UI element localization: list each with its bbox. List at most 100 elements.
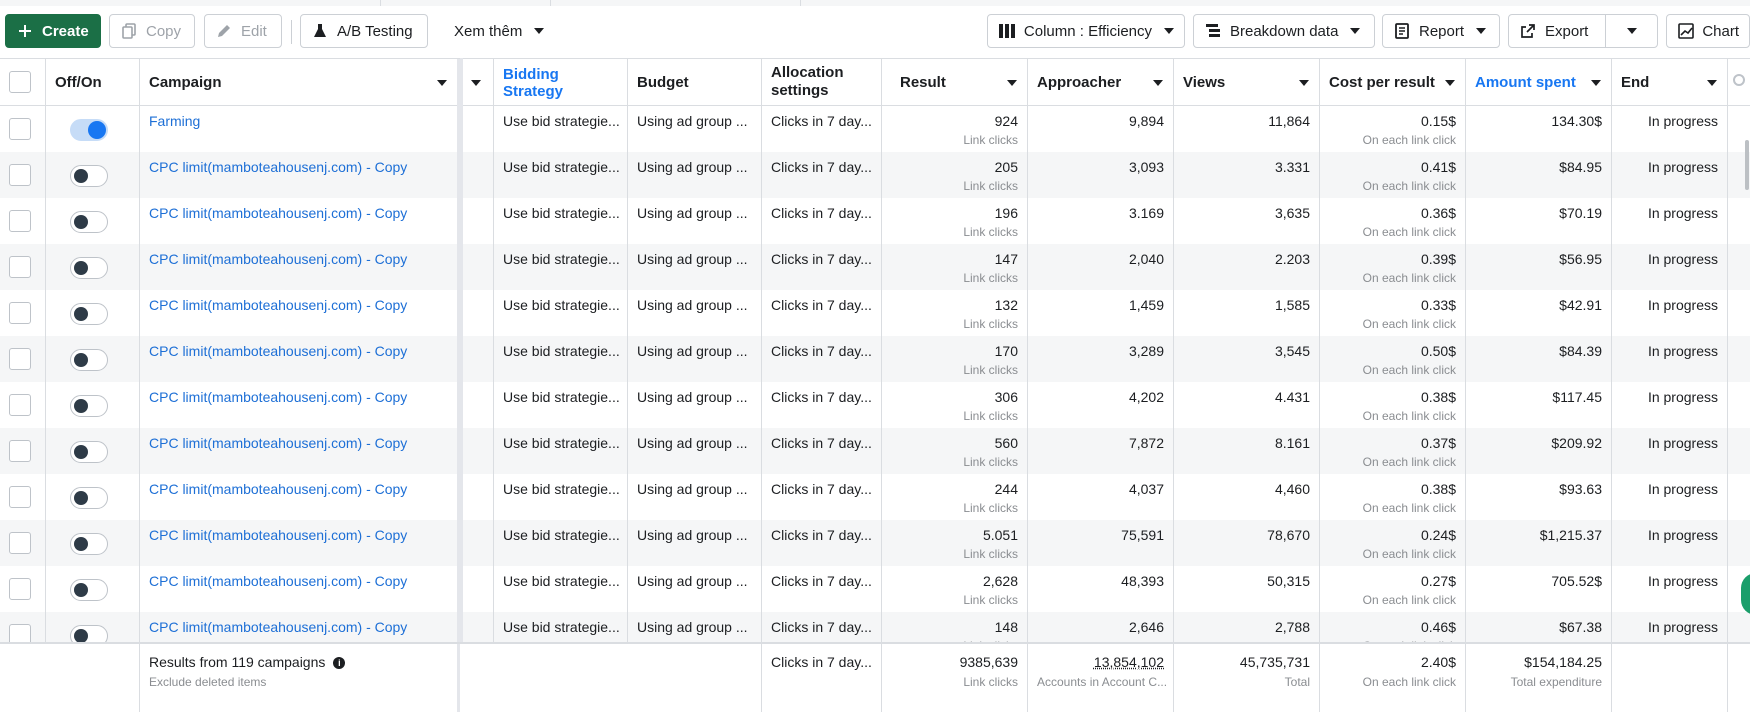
campaign-name-link-text[interactable]: CPC limit(mamboteahousenj.com) - Copy <box>149 573 407 589</box>
table-row[interactable]: CPC limit(mamboteahousenj.com) - Copy Use… <box>0 290 1750 336</box>
table-row[interactable]: CPC limit(mamboteahousenj.com) - Copy Use… <box>0 244 1750 290</box>
campaign-toggle[interactable] <box>70 533 108 555</box>
report-dropdown[interactable]: Report <box>1382 14 1500 48</box>
row-checkbox[interactable] <box>9 578 31 600</box>
row-checkbox[interactable] <box>9 440 31 462</box>
campaign-name-link[interactable]: CPC limit(mamboteahousenj.com) - Copy <box>140 612 460 642</box>
copy-button[interactable]: Copy <box>109 14 195 48</box>
column-settings-icon[interactable] <box>1733 74 1745 86</box>
campaign-toggle[interactable] <box>70 119 108 141</box>
campaign-name-link-text[interactable]: CPC limit(mamboteahousenj.com) - Copy <box>149 481 407 497</box>
table-row[interactable]: CPC limit(mamboteahousenj.com) - Copy Use… <box>0 336 1750 382</box>
header-views[interactable]: Views <box>1174 59 1320 106</box>
edit-button[interactable]: Edit <box>204 14 282 48</box>
header-collapsed-column[interactable] <box>460 59 494 106</box>
header-end[interactable]: End <box>1612 59 1728 106</box>
campaign-name-link-text[interactable]: CPC limit(mamboteahousenj.com) - Copy <box>149 435 407 451</box>
table-row[interactable]: CPC limit(mamboteahousenj.com) - Copy Use… <box>0 566 1750 612</box>
header-campaign[interactable]: Campaign <box>140 59 460 106</box>
row-checkbox[interactable] <box>9 486 31 508</box>
campaign-toggle[interactable] <box>70 211 108 233</box>
row-checkbox[interactable] <box>9 532 31 554</box>
row-checkbox[interactable] <box>9 348 31 370</box>
chevron-down-icon[interactable] <box>437 80 447 86</box>
campaign-toggle[interactable] <box>70 257 108 279</box>
chevron-down-icon[interactable] <box>1299 80 1309 86</box>
campaign-name-link-text[interactable]: CPC limit(mamboteahousenj.com) - Copy <box>149 205 407 221</box>
chevron-down-icon[interactable] <box>1445 80 1455 86</box>
export-button[interactable]: Export <box>1508 14 1606 48</box>
chevron-down-icon[interactable] <box>1707 80 1717 86</box>
campaign-toggle[interactable] <box>70 625 108 642</box>
create-button[interactable]: Create <box>5 14 101 48</box>
campaign-name-link[interactable]: CPC limit(mamboteahousenj.com) - Copy <box>140 198 460 244</box>
header-allocation-settings[interactable]: Allocation settings <box>762 59 882 106</box>
table-row[interactable]: CPC limit(mamboteahousenj.com) - Copy Use… <box>0 474 1750 520</box>
campaign-name-link-text[interactable]: CPC limit(mamboteahousenj.com) - Copy <box>149 389 407 405</box>
budget-cell: Using ad group ... <box>628 290 762 336</box>
campaign-name-link[interactable]: CPC limit(mamboteahousenj.com) - Copy <box>140 566 460 612</box>
table-row[interactable]: CPC limit(mamboteahousenj.com) - Copy Use… <box>0 198 1750 244</box>
select-all-checkbox[interactable] <box>9 71 31 93</box>
campaign-name-link[interactable]: CPC limit(mamboteahousenj.com) - Copy <box>140 290 460 336</box>
campaign-name-link-text[interactable]: CPC limit(mamboteahousenj.com) - Copy <box>149 527 407 543</box>
ab-testing-button[interactable]: A/B Testing <box>300 14 428 48</box>
table-row[interactable]: CPC limit(mamboteahousenj.com) - Copy Use… <box>0 382 1750 428</box>
table-row[interactable]: CPC limit(mamboteahousenj.com) - Copy Use… <box>0 152 1750 198</box>
header-budget[interactable]: Budget <box>628 59 762 106</box>
row-checkbox[interactable] <box>9 394 31 416</box>
more-dropdown[interactable]: Xem thêm <box>443 14 553 48</box>
chevron-down-icon[interactable] <box>1153 80 1163 86</box>
row-checkbox[interactable] <box>9 256 31 278</box>
table-row[interactable]: CPC limit(mamboteahousenj.com) - Copy Use… <box>0 520 1750 566</box>
header-approacher[interactable]: Approacher <box>1028 59 1174 106</box>
campaign-toggle[interactable] <box>70 441 108 463</box>
campaign-name-link-text[interactable]: CPC limit(mamboteahousenj.com) - Copy <box>149 251 407 267</box>
info-icon[interactable]: i <box>333 657 346 669</box>
campaign-toggle[interactable] <box>70 395 108 417</box>
chevron-down-icon[interactable] <box>1591 80 1601 86</box>
chevron-down-icon[interactable] <box>1007 80 1017 86</box>
campaign-name-link[interactable]: Farming <box>140 106 460 152</box>
campaign-name-link[interactable]: CPC limit(mamboteahousenj.com) - Copy <box>140 382 460 428</box>
column-dropdown[interactable]: Column : Efficiency <box>987 14 1185 48</box>
campaign-name-link[interactable]: CPC limit(mamboteahousenj.com) - Copy <box>140 244 460 290</box>
campaign-toggle[interactable] <box>70 349 108 371</box>
campaign-name-link[interactable]: CPC limit(mamboteahousenj.com) - Copy <box>140 520 460 566</box>
row-checkbox[interactable] <box>9 624 31 642</box>
campaign-toggle[interactable] <box>70 487 108 509</box>
budget-cell-text: Using ad group ... <box>637 389 748 405</box>
chevron-down-icon <box>1626 28 1637 34</box>
campaign-name-link-text[interactable]: Farming <box>149 113 200 129</box>
table-row[interactable]: CPC limit(mamboteahousenj.com) - Copy Use… <box>0 612 1750 642</box>
header-amount-spent[interactable]: Amount spent <box>1466 59 1612 106</box>
export-dropdown-button[interactable] <box>1605 14 1658 48</box>
campaign-name-link-text[interactable]: CPC limit(mamboteahousenj.com) - Copy <box>149 297 407 313</box>
campaign-toggle[interactable] <box>70 579 108 601</box>
campaign-name-link-text[interactable]: CPC limit(mamboteahousenj.com) - Copy <box>149 159 407 175</box>
chart-button[interactable]: Chart <box>1666 14 1750 48</box>
select-cell <box>0 566 46 612</box>
table-row[interactable]: CPC limit(mamboteahousenj.com) - Copy Use… <box>0 428 1750 474</box>
breakdown-dropdown[interactable]: Breakdown data <box>1193 14 1375 48</box>
header-cost-per-result[interactable]: Cost per result <box>1320 59 1466 106</box>
campaign-toggle[interactable] <box>70 303 108 325</box>
campaign-name-link[interactable]: CPC limit(mamboteahousenj.com) - Copy <box>140 428 460 474</box>
chevron-down-icon[interactable] <box>471 80 481 86</box>
cost-per-result-cell-text: 0.38$ <box>1420 481 1456 497</box>
campaign-toggle[interactable] <box>70 165 108 187</box>
header-bidding-strategy[interactable]: Bidding Strategy <box>494 59 628 106</box>
row-checkbox[interactable] <box>9 164 31 186</box>
campaign-name-link[interactable]: CPC limit(mamboteahousenj.com) - Copy <box>140 336 460 382</box>
campaign-name-link[interactable]: CPC limit(mamboteahousenj.com) - Copy <box>140 152 460 198</box>
campaign-name-link[interactable]: CPC limit(mamboteahousenj.com) - Copy <box>140 474 460 520</box>
row-checkbox[interactable] <box>9 302 31 324</box>
header-off-on[interactable]: Off/On <box>46 59 140 106</box>
table-row[interactable]: Farming Use bid strategie... Using ad grou… <box>0 106 1750 152</box>
header-result[interactable]: Result <box>882 59 1028 106</box>
campaign-name-link-text[interactable]: CPC limit(mamboteahousenj.com) - Copy <box>149 343 407 359</box>
row-checkbox[interactable] <box>9 210 31 232</box>
campaign-name-link-text[interactable]: CPC limit(mamboteahousenj.com) - Copy <box>149 619 407 635</box>
vertical-scrollbar[interactable] <box>1745 140 1749 190</box>
row-checkbox[interactable] <box>9 118 31 140</box>
